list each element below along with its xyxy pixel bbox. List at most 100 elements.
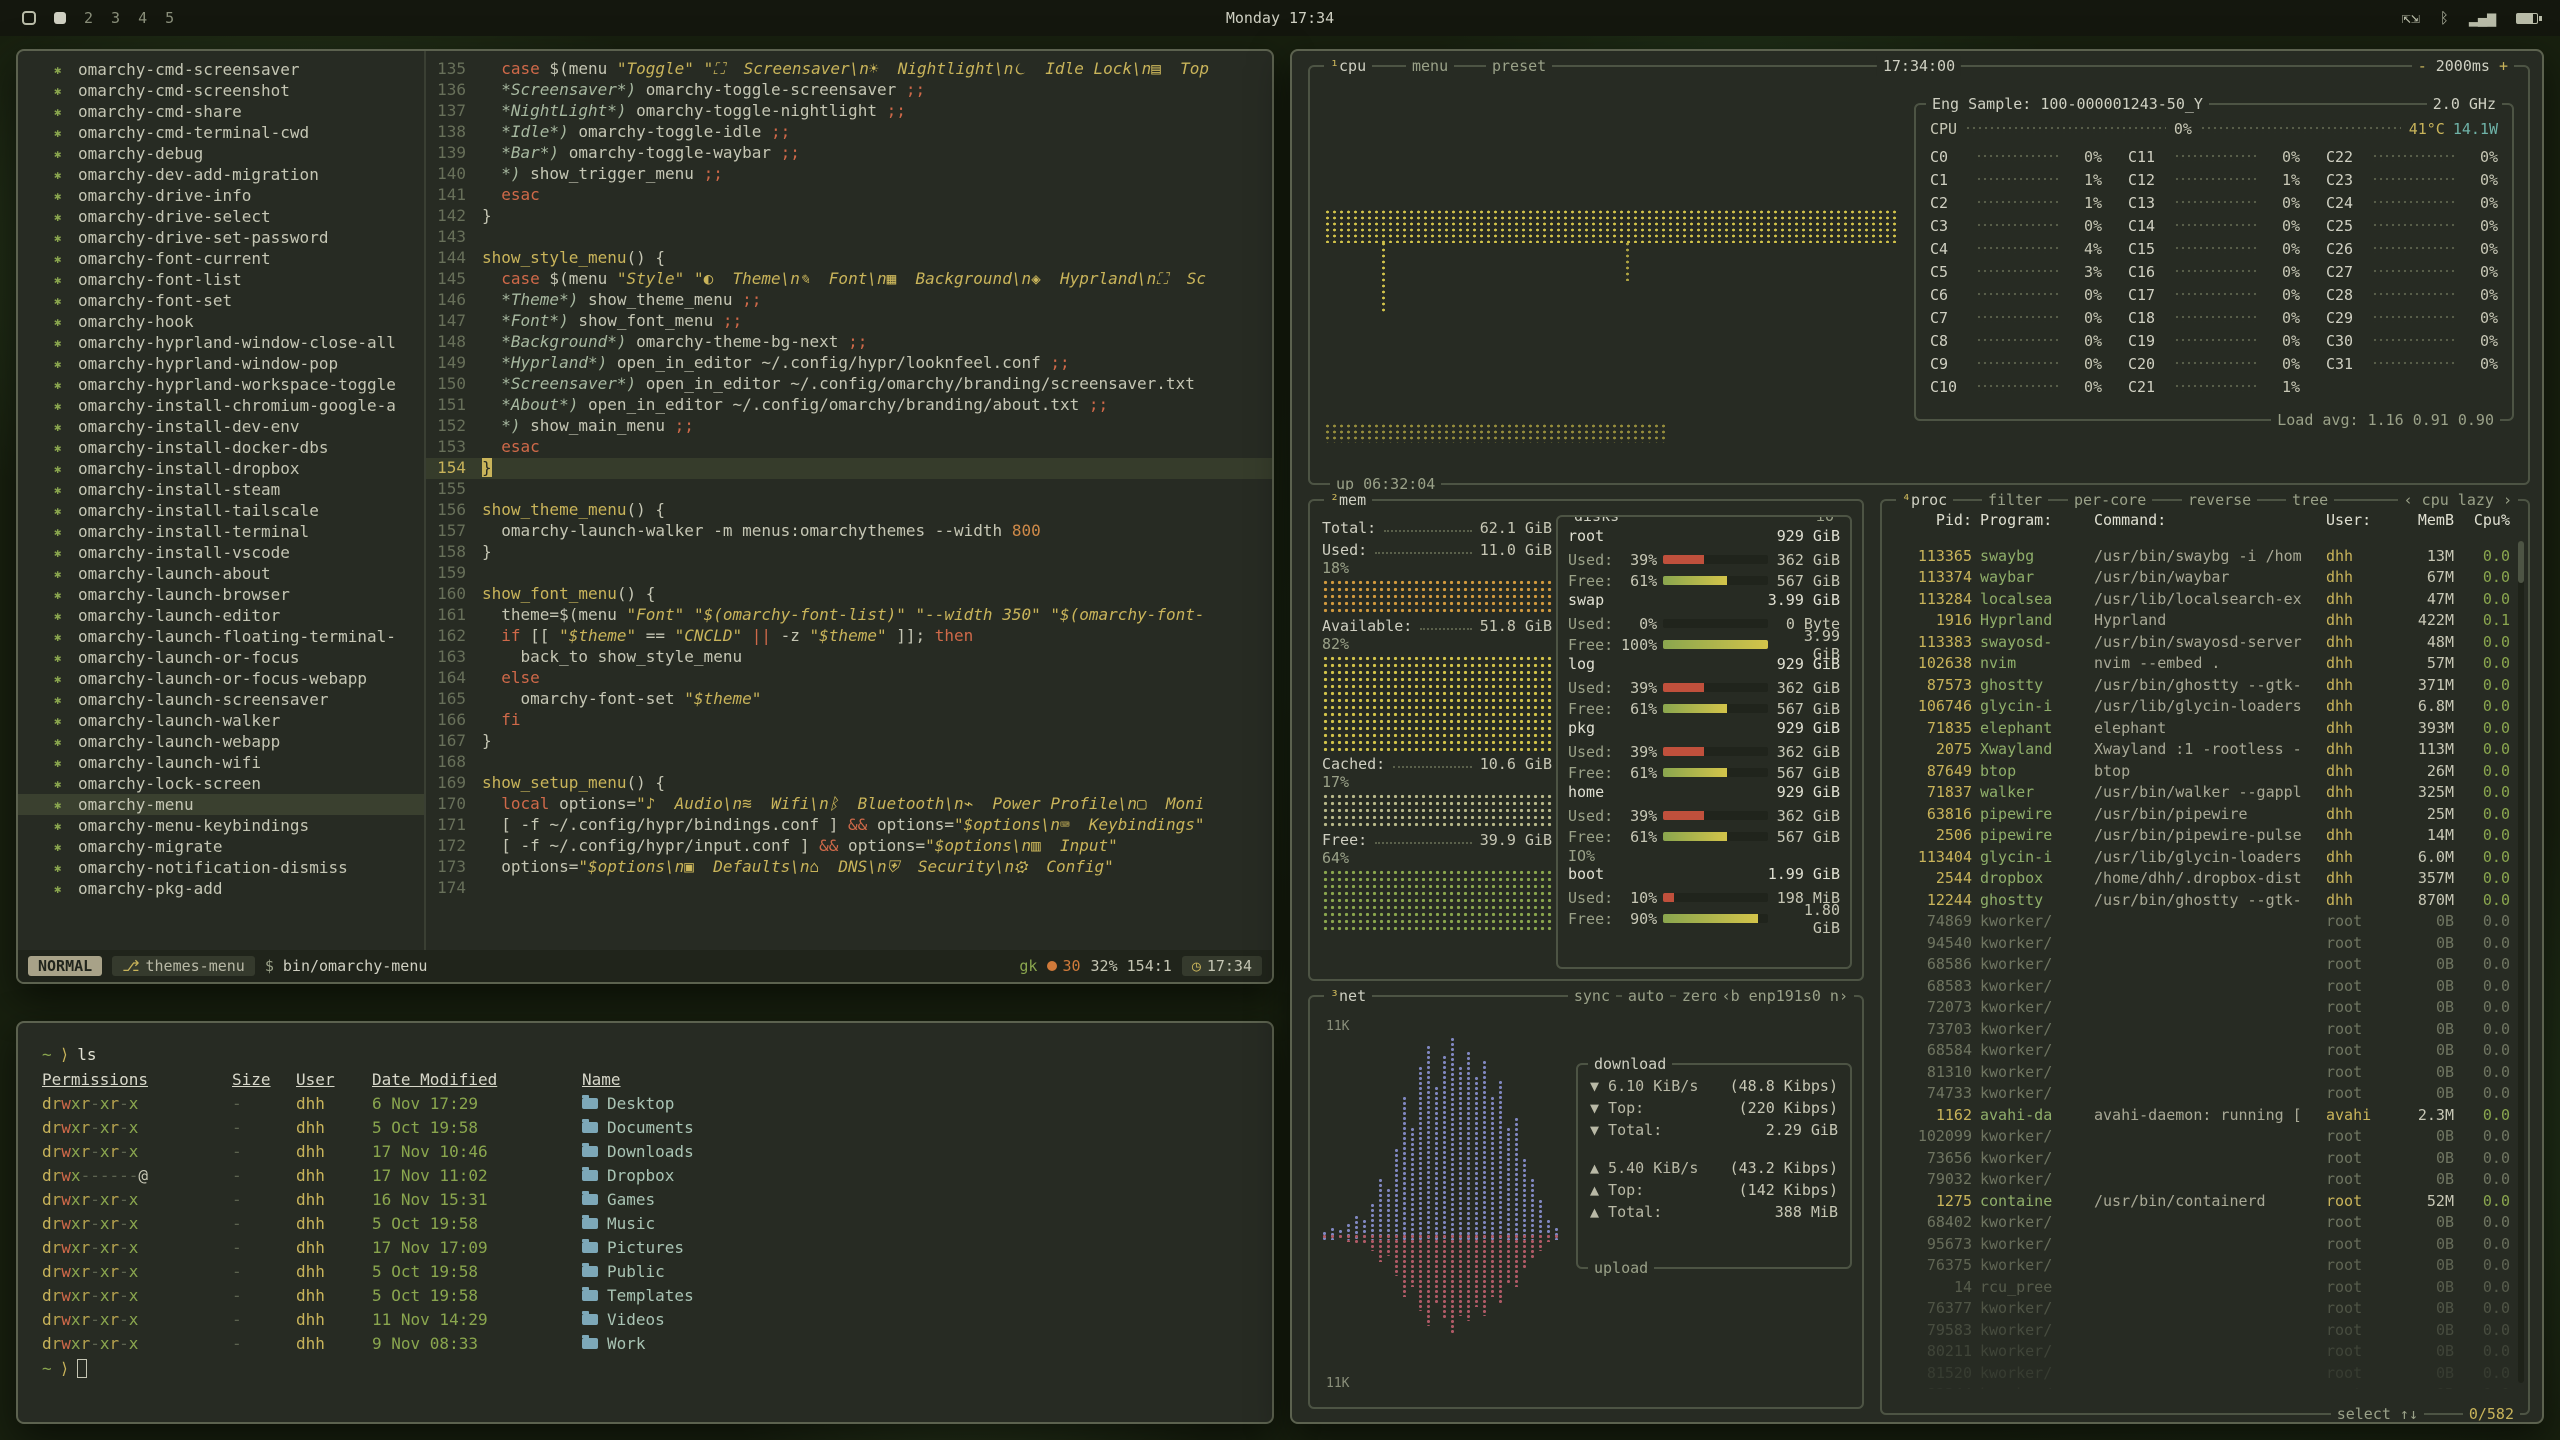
code-line[interactable]: 135 case $(menu "Toggle" "⛶ Screensaver\…	[426, 59, 1272, 80]
code-line[interactable]: 151 *About*) open_in_editor ~/.config/om…	[426, 395, 1272, 416]
process-row[interactable]: 73656kworker/root0B0.0	[1882, 1147, 2516, 1169]
code-line[interactable]: 139 *Bar*) omarchy-toggle-waybar ;;	[426, 143, 1272, 164]
code-line[interactable]: 138 *Idle*) omarchy-toggle-idle ;;	[426, 122, 1272, 143]
code-line[interactable]: 169show_setup_menu() {	[426, 773, 1272, 794]
file-item[interactable]: ✱omarchy-hyprland-window-close-all	[18, 332, 424, 353]
file-item[interactable]: ✱omarchy-install-dropbox	[18, 458, 424, 479]
process-row[interactable]: 68583kworker/root0B0.0	[1882, 975, 2516, 997]
process-row[interactable]: 102638nvimnvim --embed .dhh57M0.0	[1882, 653, 2516, 675]
code-line[interactable]: 137 *NightLight*) omarchy-toggle-nightli…	[426, 101, 1272, 122]
file-item[interactable]: ✱omarchy-install-docker-dbs	[18, 437, 424, 458]
preset-button[interactable]: preset	[1486, 56, 1552, 76]
process-row[interactable]: 2506pipewire/usr/bin/pipewire-pulsedhh14…	[1882, 825, 2516, 847]
code-line[interactable]: 157 omarchy-launch-walker -m menus:omarc…	[426, 521, 1272, 542]
code-line[interactable]: 172 [ -f ~/.config/hypr/input.conf ] && …	[426, 836, 1272, 857]
process-row[interactable]: 2075XwaylandXwayland :1 -rootless -dhh11…	[1882, 739, 2516, 761]
code-line[interactable]: 167}	[426, 731, 1272, 752]
file-item[interactable]: ✱omarchy-launch-wifi	[18, 752, 424, 773]
code-line[interactable]: 162 if [[ "$theme" == "CNCLD" || -z "$th…	[426, 626, 1272, 647]
disks-tab[interactable]: disks	[1568, 515, 1625, 526]
code-line[interactable]: 143	[426, 227, 1272, 248]
process-row[interactable]: 113404glycin-i/usr/lib/glycin-loadersdhh…	[1882, 846, 2516, 868]
file-item[interactable]: ✱omarchy-launch-webapp	[18, 731, 424, 752]
process-row[interactable]: 1162avahi-daavahi-daemon: running [avahi…	[1882, 1104, 2516, 1126]
file-item[interactable]: ✱omarchy-font-list	[18, 269, 424, 290]
file-item[interactable]: ✱omarchy-install-chromium-google-a	[18, 395, 424, 416]
code-line[interactable]: 168	[426, 752, 1272, 773]
menu-button[interactable]: menu	[1406, 56, 1454, 76]
process-row[interactable]: 63816pipewire/usr/bin/pipewiredhh25M0.0	[1882, 803, 2516, 825]
code-line[interactable]: 148 *Background*) omarchy-theme-bg-next …	[426, 332, 1272, 353]
process-row[interactable]: 12244ghostty/usr/bin/ghostty --gtk-dhh87…	[1882, 889, 2516, 911]
code-line[interactable]: 141 esac	[426, 185, 1272, 206]
code-line[interactable]: 170 local options="♪ Audio\n≋ Wifi\nᛒ Bl…	[426, 794, 1272, 815]
proc-sort-mode[interactable]: ‹ cpu lazy ›	[2398, 490, 2518, 510]
file-item[interactable]: ✱omarchy-launch-or-focus	[18, 647, 424, 668]
file-item[interactable]: ✱omarchy-install-steam	[18, 479, 424, 500]
file-item[interactable]: ✱omarchy-launch-browser	[18, 584, 424, 605]
process-row[interactable]: 68402kworker/root0B0.0	[1882, 1212, 2516, 1234]
code-line[interactable]: 165 omarchy-font-set "$theme"	[426, 689, 1272, 710]
process-row[interactable]: 1275containe/usr/bin/containerdroot52M0.…	[1882, 1190, 2516, 1212]
file-item[interactable]: ✱omarchy-drive-info	[18, 185, 424, 206]
net-box-title[interactable]: ³net	[1324, 986, 1372, 1006]
process-row[interactable]: 14rcu_preeroot0B0.0	[1882, 1276, 2516, 1298]
process-row[interactable]: 76375kworker/root0B0.0	[1882, 1255, 2516, 1277]
file-item[interactable]: ✱omarchy-notification-dismiss	[18, 857, 424, 878]
process-row[interactable]: 72073kworker/root0B0.0	[1882, 997, 2516, 1019]
file-item[interactable]: ✱omarchy-hyprland-window-pop	[18, 353, 424, 374]
cpu-box-title[interactable]: ¹cpu	[1324, 56, 1372, 76]
file-item[interactable]: ✱omarchy-cmd-screensaver	[18, 59, 424, 80]
process-row[interactable]: 87649btopbtopdhh26M0.0	[1882, 760, 2516, 782]
process-row[interactable]: 113365swaybg/usr/bin/swaybg -i /homdhh13…	[1882, 545, 2516, 567]
file-item[interactable]: ✱omarchy-launch-or-focus-webapp	[18, 668, 424, 689]
code-line[interactable]: 153 esac	[426, 437, 1272, 458]
clock[interactable]: Monday 17:34	[1226, 9, 1334, 27]
file-item[interactable]: ✱omarchy-drive-select	[18, 206, 424, 227]
proc-box-title[interactable]: ⁴proc	[1896, 490, 1953, 510]
process-row[interactable]: 71835elephantelephantdhh393M0.0	[1882, 717, 2516, 739]
code-line[interactable]: 145 case $(menu "Style" "◐ Theme\n✎ Font…	[426, 269, 1272, 290]
mem-box-title[interactable]: ²mem	[1324, 490, 1372, 510]
file-item[interactable]: ✱omarchy-drive-set-password	[18, 227, 424, 248]
code-line[interactable]: 140 *) show_trigger_menu ;;	[426, 164, 1272, 185]
file-item[interactable]: ✱omarchy-install-terminal	[18, 521, 424, 542]
process-row[interactable]: 82344kworker/root0B0.0	[1882, 1384, 2516, 1390]
file-item[interactable]: ✱omarchy-cmd-share	[18, 101, 424, 122]
code-line[interactable]: 150 *Screensaver*) open_in_editor ~/.con…	[426, 374, 1272, 395]
process-row[interactable]: 2544dropbox/home/dhh/.dropbox-distdhh357…	[1882, 868, 2516, 890]
file-item[interactable]: ✱omarchy-dev-add-migration	[18, 164, 424, 185]
bluetooth-icon[interactable]: ᛒ	[2440, 9, 2449, 27]
code-line[interactable]: 156show_theme_menu() {	[426, 500, 1272, 521]
file-item[interactable]: ✱omarchy-install-dev-env	[18, 416, 424, 437]
net-auto-button[interactable]: auto	[1622, 986, 1670, 1006]
process-row[interactable]: 87573ghostty/usr/bin/ghostty --gtk-dhh37…	[1882, 674, 2516, 696]
file-item[interactable]: ✱omarchy-hyprland-workspace-toggle	[18, 374, 424, 395]
update-interval-control[interactable]: - 2000ms +	[2412, 56, 2514, 76]
workspace-3[interactable]: 3	[111, 9, 120, 27]
process-row[interactable]: 81520kworker/root0B0.0	[1882, 1362, 2516, 1384]
code-line[interactable]: 154}	[426, 458, 1272, 479]
process-row[interactable]: 94540kworker/root0B0.0	[1882, 932, 2516, 954]
code-line[interactable]: 144show_style_menu() {	[426, 248, 1272, 269]
screen-share-icon[interactable]: ⇱⇲	[2402, 9, 2420, 27]
process-row[interactable]: 74869kworker/root0B0.0	[1882, 911, 2516, 933]
launcher-icon[interactable]	[22, 11, 36, 25]
process-row[interactable]: 102099kworker/root0B0.0	[1882, 1126, 2516, 1148]
process-scrollbar[interactable]	[2518, 541, 2524, 1383]
code-line[interactable]: 160show_font_menu() {	[426, 584, 1272, 605]
git-branch[interactable]: ⎇ themes-menu	[112, 956, 255, 976]
file-item[interactable]: ✱omarchy-font-set	[18, 290, 424, 311]
io-tab[interactable]: io	[1810, 515, 1840, 526]
process-row[interactable]: 80211kworker/root0B0.0	[1882, 1341, 2516, 1363]
process-row[interactable]: 68584kworker/root0B0.0	[1882, 1040, 2516, 1062]
proc-per-core-button[interactable]: per-core	[2068, 490, 2152, 510]
file-item[interactable]: ✱omarchy-launch-about	[18, 563, 424, 584]
process-row[interactable]: 113374waybar/usr/bin/waybardhh67M0.0	[1882, 567, 2516, 589]
file-item[interactable]: ✱omarchy-menu	[18, 794, 424, 815]
file-item[interactable]: ✱omarchy-launch-screensaver	[18, 689, 424, 710]
file-item[interactable]: ✱omarchy-debug	[18, 143, 424, 164]
process-row[interactable]: 95673kworker/root0B0.0	[1882, 1233, 2516, 1255]
file-item[interactable]: ✱omarchy-hook	[18, 311, 424, 332]
file-item[interactable]: ✱omarchy-migrate	[18, 836, 424, 857]
